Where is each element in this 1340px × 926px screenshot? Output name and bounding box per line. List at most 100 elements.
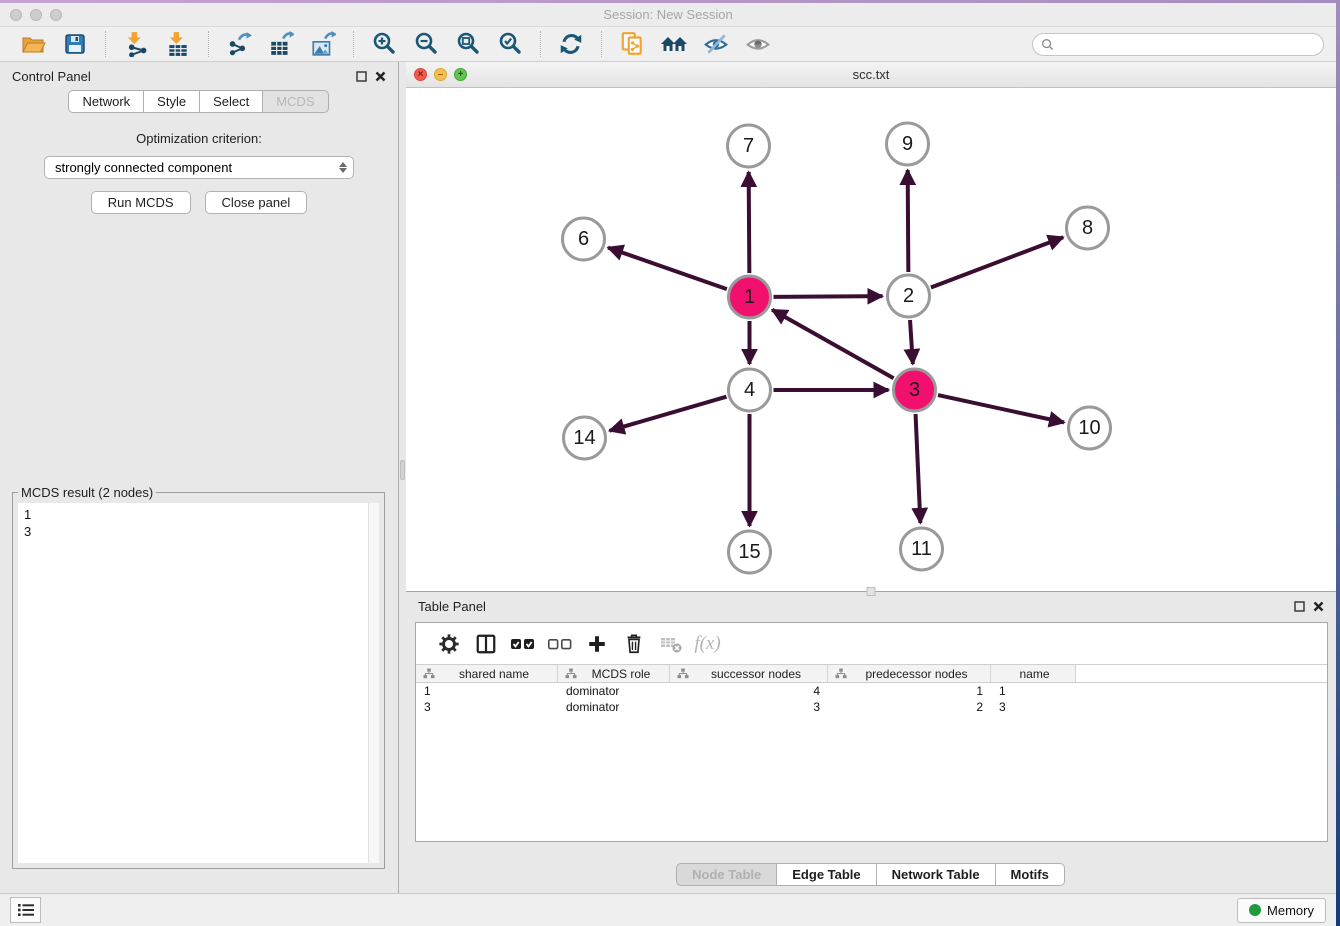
dropdown-stepper-icon (339, 162, 347, 173)
save-session-icon[interactable] (58, 30, 92, 58)
cell-name[interactable]: 1 (991, 684, 1076, 698)
maximize-window-button[interactable] (50, 9, 62, 21)
import-network-icon[interactable] (119, 30, 153, 58)
select-all-icon[interactable] (504, 629, 541, 659)
cell-predecessor-nodes[interactable]: 2 (828, 700, 991, 714)
float-panel-icon[interactable] (356, 71, 367, 82)
tab-select[interactable]: Select (199, 90, 263, 113)
delete-column-icon[interactable] (615, 629, 652, 659)
split-view-icon[interactable] (467, 629, 504, 659)
tab-network[interactable]: Network (68, 90, 144, 113)
run-mcds-button[interactable]: Run MCDS (91, 191, 191, 214)
close-window-button[interactable] (10, 9, 22, 21)
export-table-icon[interactable] (264, 30, 298, 58)
cell-name[interactable]: 3 (991, 700, 1076, 714)
hide-selected-icon[interactable] (699, 30, 733, 58)
tab-mcds[interactable]: MCDS (262, 90, 328, 113)
graph-edge-1-2[interactable] (773, 296, 882, 297)
task-history-button[interactable] (10, 897, 41, 923)
table-panel-title: Table Panel (418, 599, 486, 614)
search-input[interactable] (1059, 36, 1315, 52)
sort-icon[interactable] (565, 668, 577, 679)
network-graph[interactable]: 7968124314101511 (406, 88, 1336, 591)
tab-network-table[interactable]: Network Table (876, 863, 996, 886)
minimize-window-button[interactable] (30, 9, 42, 21)
window-resize-knob[interactable] (867, 587, 876, 596)
cell-predecessor-nodes[interactable]: 1 (828, 684, 991, 698)
node-table: f(x) shared name MCDS role (415, 622, 1328, 842)
graph-edge-4-14[interactable] (609, 397, 726, 431)
mcds-result-box: MCDS result (2 nodes) 1 3 (12, 492, 385, 869)
tab-edge-table[interactable]: Edge Table (776, 863, 876, 886)
open-file-icon[interactable] (16, 30, 50, 58)
tab-style[interactable]: Style (143, 90, 200, 113)
cell-successor-nodes[interactable]: 3 (670, 700, 828, 714)
graph-node-label-11: 11 (911, 538, 932, 560)
cell-mcds-role[interactable]: dominator (558, 684, 670, 698)
criterion-dropdown[interactable]: strongly connected component (44, 156, 354, 179)
sort-icon[interactable] (835, 668, 847, 679)
column-header-shared-name[interactable]: shared name (416, 665, 558, 682)
show-all-icon[interactable] (741, 30, 775, 58)
tab-node-table[interactable]: Node Table (676, 863, 777, 886)
close-view-button[interactable]: × (414, 68, 427, 81)
panel-splitter[interactable] (399, 62, 406, 893)
add-column-icon[interactable] (578, 629, 615, 659)
export-network-icon[interactable] (222, 30, 256, 58)
mcds-result-title: MCDS result (2 nodes) (18, 485, 156, 500)
column-header-mcds-role[interactable]: MCDS role (558, 665, 670, 682)
toolbar-separator (540, 31, 541, 57)
zoom-in-icon[interactable] (367, 30, 401, 58)
graph-edge-1-7[interactable] (749, 172, 750, 273)
graph-edge-2-8[interactable] (931, 237, 1063, 287)
graph-edge-3-1[interactable] (772, 310, 893, 378)
window-title: Session: New Session (603, 7, 732, 22)
first-neighbors-icon[interactable] (657, 30, 691, 58)
control-panel-title: Control Panel (12, 69, 91, 84)
table-tabs: Node Table Edge Table Network Table Moti… (406, 855, 1336, 893)
float-table-panel-icon[interactable] (1294, 601, 1305, 612)
result-scrollbar[interactable] (368, 503, 379, 863)
new-network-from-selection-icon[interactable] (615, 30, 649, 58)
tab-motifs[interactable]: Motifs (995, 863, 1065, 886)
column-header-name[interactable]: name (991, 665, 1076, 682)
table-row[interactable]: 3 dominator 3 2 3 (416, 699, 1327, 715)
search-field[interactable] (1032, 33, 1324, 56)
memory-status-icon (1249, 904, 1261, 916)
sort-icon[interactable] (423, 668, 435, 679)
zoom-out-icon[interactable] (409, 30, 443, 58)
cell-shared-name[interactable]: 3 (416, 700, 558, 714)
deselect-all-icon[interactable] (541, 629, 578, 659)
splitter-handle-icon[interactable] (400, 460, 405, 480)
export-image-icon[interactable] (306, 30, 340, 58)
sort-icon[interactable] (677, 668, 689, 679)
graph-node-label-7: 7 (743, 135, 754, 157)
network-canvas[interactable]: 7968124314101511 (406, 88, 1336, 591)
memory-button[interactable]: Memory (1237, 898, 1326, 923)
graph-edge-1-6[interactable] (608, 248, 727, 290)
graph-edge-2-9[interactable] (908, 170, 909, 272)
function-builder-icon: f(x) (689, 629, 726, 659)
zoom-view-button[interactable]: + (454, 68, 467, 81)
zoom-selected-icon[interactable] (493, 30, 527, 58)
graph-edge-3-10[interactable] (938, 395, 1064, 422)
zoom-fit-icon[interactable] (451, 30, 485, 58)
table-row[interactable]: 1 dominator 4 1 1 (416, 683, 1327, 699)
minimize-view-button[interactable]: – (434, 68, 447, 81)
graph-node-label-10: 10 (1078, 417, 1100, 439)
cell-successor-nodes[interactable]: 4 (670, 684, 828, 698)
cell-mcds-role[interactable]: dominator (558, 700, 670, 714)
cell-shared-name[interactable]: 1 (416, 684, 558, 698)
graph-edge-3-11[interactable] (916, 414, 921, 523)
settings-gear-icon[interactable] (430, 629, 467, 659)
column-header-predecessor-nodes[interactable]: predecessor nodes (828, 665, 991, 682)
network-window-titlebar[interactable]: × – + scc.txt (406, 62, 1336, 88)
import-table-icon[interactable] (161, 30, 195, 58)
close-panel-icon[interactable] (375, 71, 386, 82)
refresh-icon[interactable] (554, 30, 588, 58)
graph-edge-2-3[interactable] (910, 320, 913, 364)
column-header-successor-nodes[interactable]: successor nodes (670, 665, 828, 682)
close-table-panel-icon[interactable] (1313, 601, 1324, 612)
close-panel-button[interactable]: Close panel (205, 191, 308, 214)
mcds-result-list[interactable]: 1 3 (18, 503, 368, 863)
